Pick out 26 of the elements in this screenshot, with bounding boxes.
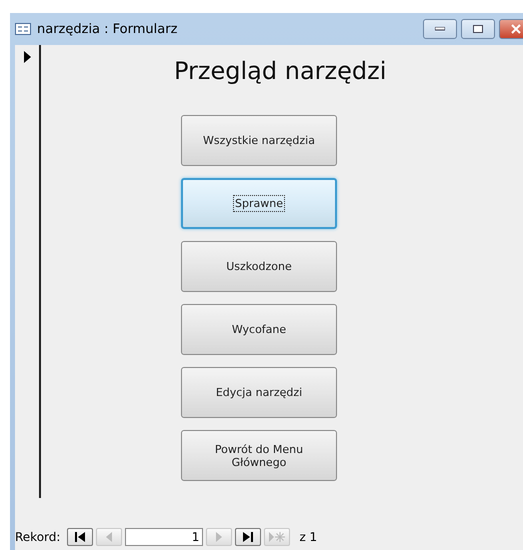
form-button[interactable]: Edycja narzędzi — [181, 367, 337, 418]
new-record-icon — [268, 532, 286, 542]
last-record-button[interactable] — [235, 528, 262, 546]
form-heading: Przegląd narzędzi — [174, 57, 386, 85]
record-label: Rekord: — [15, 530, 60, 544]
close-icon — [511, 24, 521, 34]
last-record-icon — [242, 532, 254, 542]
record-pointer-icon — [24, 51, 30, 63]
minimize-button[interactable] — [423, 19, 457, 39]
record-total: z 1 — [299, 530, 318, 544]
next-icon — [215, 532, 224, 542]
close-button[interactable] — [499, 19, 523, 39]
form-button[interactable]: Wycofane — [181, 304, 337, 355]
maximize-icon — [473, 25, 483, 33]
form-button[interactable]: Uszkodzone — [181, 241, 337, 292]
previous-icon — [105, 532, 114, 542]
window-title: narzędzia : Formularz — [37, 22, 178, 36]
form-button[interactable]: Wszystkie narzędzia — [181, 115, 337, 166]
form-icon — [15, 23, 31, 35]
record-number-field[interactable]: 1 — [125, 528, 204, 546]
maximize-button[interactable] — [461, 19, 495, 39]
first-record-icon — [74, 532, 86, 542]
first-record-button[interactable] — [67, 528, 94, 546]
form-button[interactable]: Sprawne — [181, 178, 337, 229]
form-button[interactable]: Powrót do Menu Głównego — [181, 430, 337, 481]
minimize-icon — [435, 27, 445, 31]
